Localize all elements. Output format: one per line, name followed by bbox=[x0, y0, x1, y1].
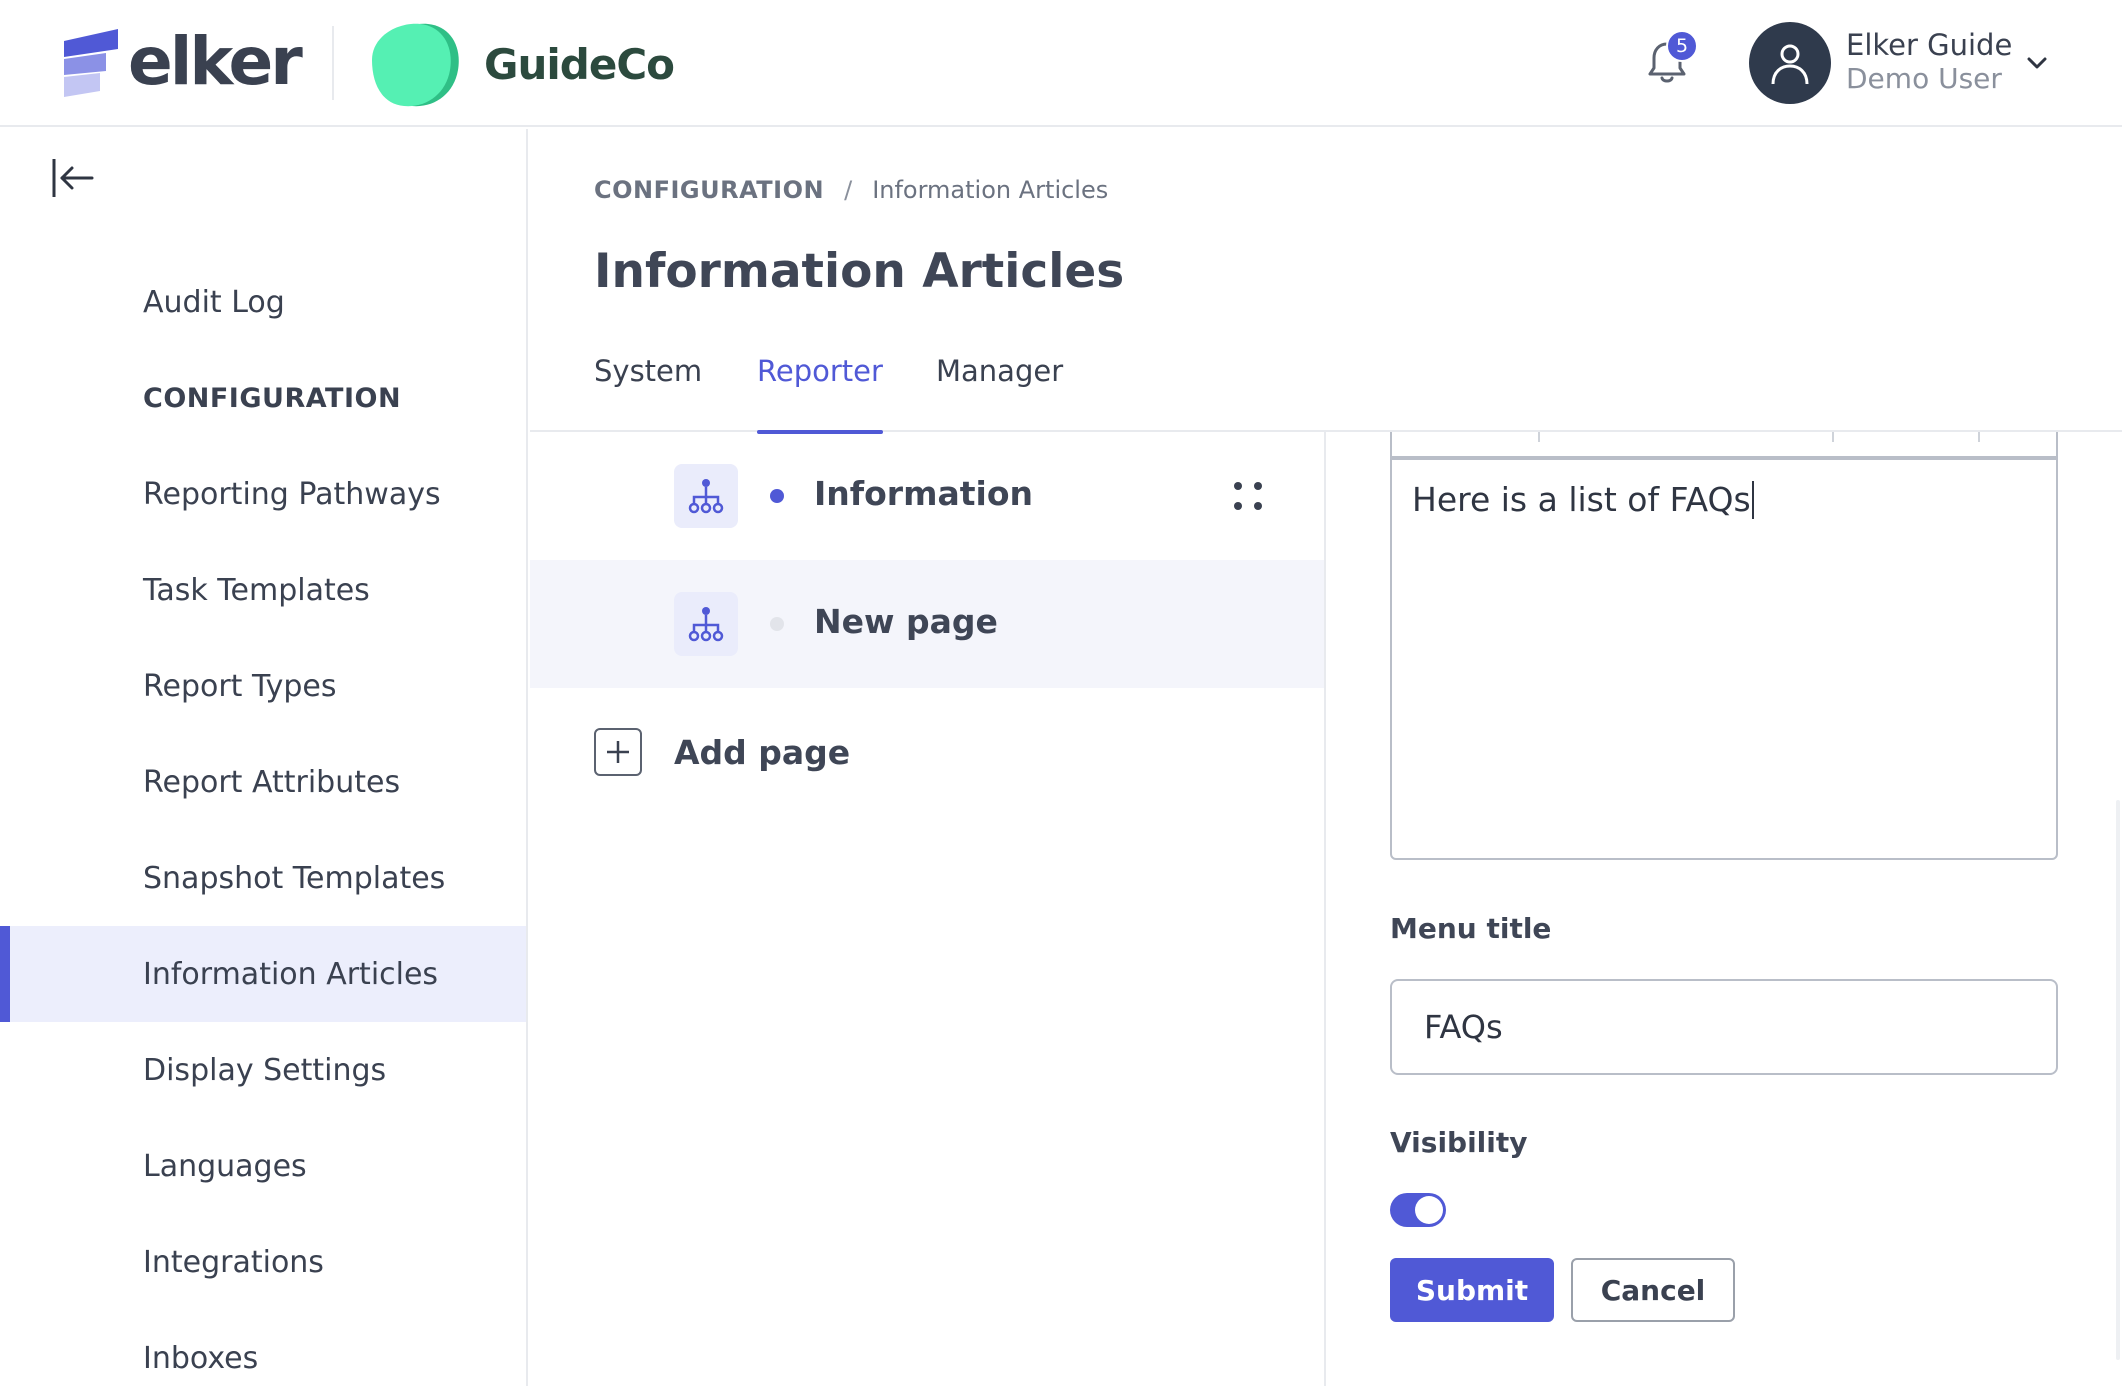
page-title: Information Articles bbox=[594, 244, 1125, 299]
sidebar-item-report-types[interactable]: Report Types bbox=[0, 638, 526, 734]
client-logo: GuideCo bbox=[370, 20, 675, 108]
toggle-knob bbox=[1415, 1196, 1443, 1224]
menu-title-input[interactable] bbox=[1390, 979, 2058, 1075]
scrollbar[interactable] bbox=[2116, 800, 2120, 1360]
plus-icon bbox=[594, 728, 642, 776]
sidebar-item-snapshot-templates[interactable]: Snapshot Templates bbox=[0, 830, 526, 926]
top-header: elker GuideCo 5 Elker Guide Demo User bbox=[0, 0, 2122, 127]
user-icon bbox=[1771, 44, 1809, 85]
tab-manager[interactable]: Manager bbox=[936, 354, 1063, 432]
visibility-label: Visibility bbox=[1390, 1126, 1528, 1159]
text-caret bbox=[1751, 481, 1754, 519]
page-label: Information bbox=[814, 474, 1033, 513]
breadcrumb-root[interactable]: CONFIGURATION bbox=[594, 176, 824, 204]
sidebar-item-reporting-pathways[interactable]: Reporting Pathways bbox=[0, 446, 526, 542]
menu-title-label: Menu title bbox=[1390, 912, 1552, 945]
breadcrumb-current: Information Articles bbox=[872, 176, 1109, 204]
cancel-button[interactable]: Cancel bbox=[1571, 1258, 1735, 1322]
breadcrumb-separator: / bbox=[844, 176, 853, 204]
sidebar-item-integrations[interactable]: Integrations bbox=[0, 1214, 526, 1310]
elker-logo[interactable]: elker bbox=[60, 23, 303, 100]
editor-text: Here is a list of FAQs bbox=[1412, 480, 1751, 519]
editor-toolbar bbox=[1390, 432, 2058, 458]
user-avatar[interactable] bbox=[1749, 22, 1831, 104]
tab-reporter[interactable]: Reporter bbox=[757, 354, 883, 434]
logo-divider bbox=[332, 26, 334, 100]
client-logo-icon bbox=[372, 23, 459, 107]
elker-logo-icon bbox=[64, 29, 118, 97]
sidebar-item-information-articles[interactable]: Information Articles bbox=[0, 926, 526, 1022]
sidebar-item-inboxes[interactable]: Inboxes bbox=[0, 1310, 526, 1386]
sidebar-section-configuration: CONFIGURATION bbox=[143, 382, 402, 414]
tab-bar: System Reporter Manager bbox=[530, 340, 2122, 434]
page-label: New page bbox=[814, 602, 998, 641]
tab-system[interactable]: System bbox=[594, 354, 702, 432]
submit-button[interactable]: Submit bbox=[1390, 1258, 1554, 1322]
drag-handle-icon[interactable] bbox=[1228, 476, 1268, 516]
sitemap-icon bbox=[674, 592, 738, 656]
sitemap-icon bbox=[674, 464, 738, 528]
user-role: Demo User bbox=[1846, 62, 2002, 95]
breadcrumb: CONFIGURATION / Information Articles bbox=[594, 176, 1108, 204]
pages-list: Information New page Add page bbox=[530, 432, 1326, 1386]
brand-name: elker bbox=[128, 23, 303, 100]
status-dot-inactive bbox=[770, 617, 784, 631]
client-name: GuideCo bbox=[484, 39, 675, 89]
page-row-information[interactable]: Information bbox=[530, 432, 1324, 560]
chevron-down-icon[interactable] bbox=[2024, 50, 2050, 76]
status-dot-active bbox=[770, 489, 784, 503]
collapse-left-icon[interactable] bbox=[48, 153, 98, 203]
notification-count-badge: 5 bbox=[1666, 30, 1698, 62]
sidebar-item-report-attributes[interactable]: Report Attributes bbox=[0, 734, 526, 830]
sidebar: Audit Log CONFIGURATION Reporting Pathwa… bbox=[0, 129, 528, 1386]
sidebar-item-languages[interactable]: Languages bbox=[0, 1118, 526, 1214]
sidebar-item-task-templates[interactable]: Task Templates bbox=[0, 542, 526, 638]
page-row-new-page[interactable]: New page bbox=[530, 560, 1324, 688]
article-content-editor[interactable]: Here is a list of FAQs bbox=[1390, 458, 2058, 860]
visibility-toggle[interactable] bbox=[1390, 1193, 1446, 1227]
add-page-label: Add page bbox=[674, 732, 851, 772]
add-page-button[interactable]: Add page bbox=[594, 728, 850, 776]
sidebar-item-audit-log[interactable]: Audit Log bbox=[0, 254, 526, 350]
sidebar-item-display-settings[interactable]: Display Settings bbox=[0, 1022, 526, 1118]
user-name[interactable]: Elker Guide bbox=[1846, 28, 2012, 62]
